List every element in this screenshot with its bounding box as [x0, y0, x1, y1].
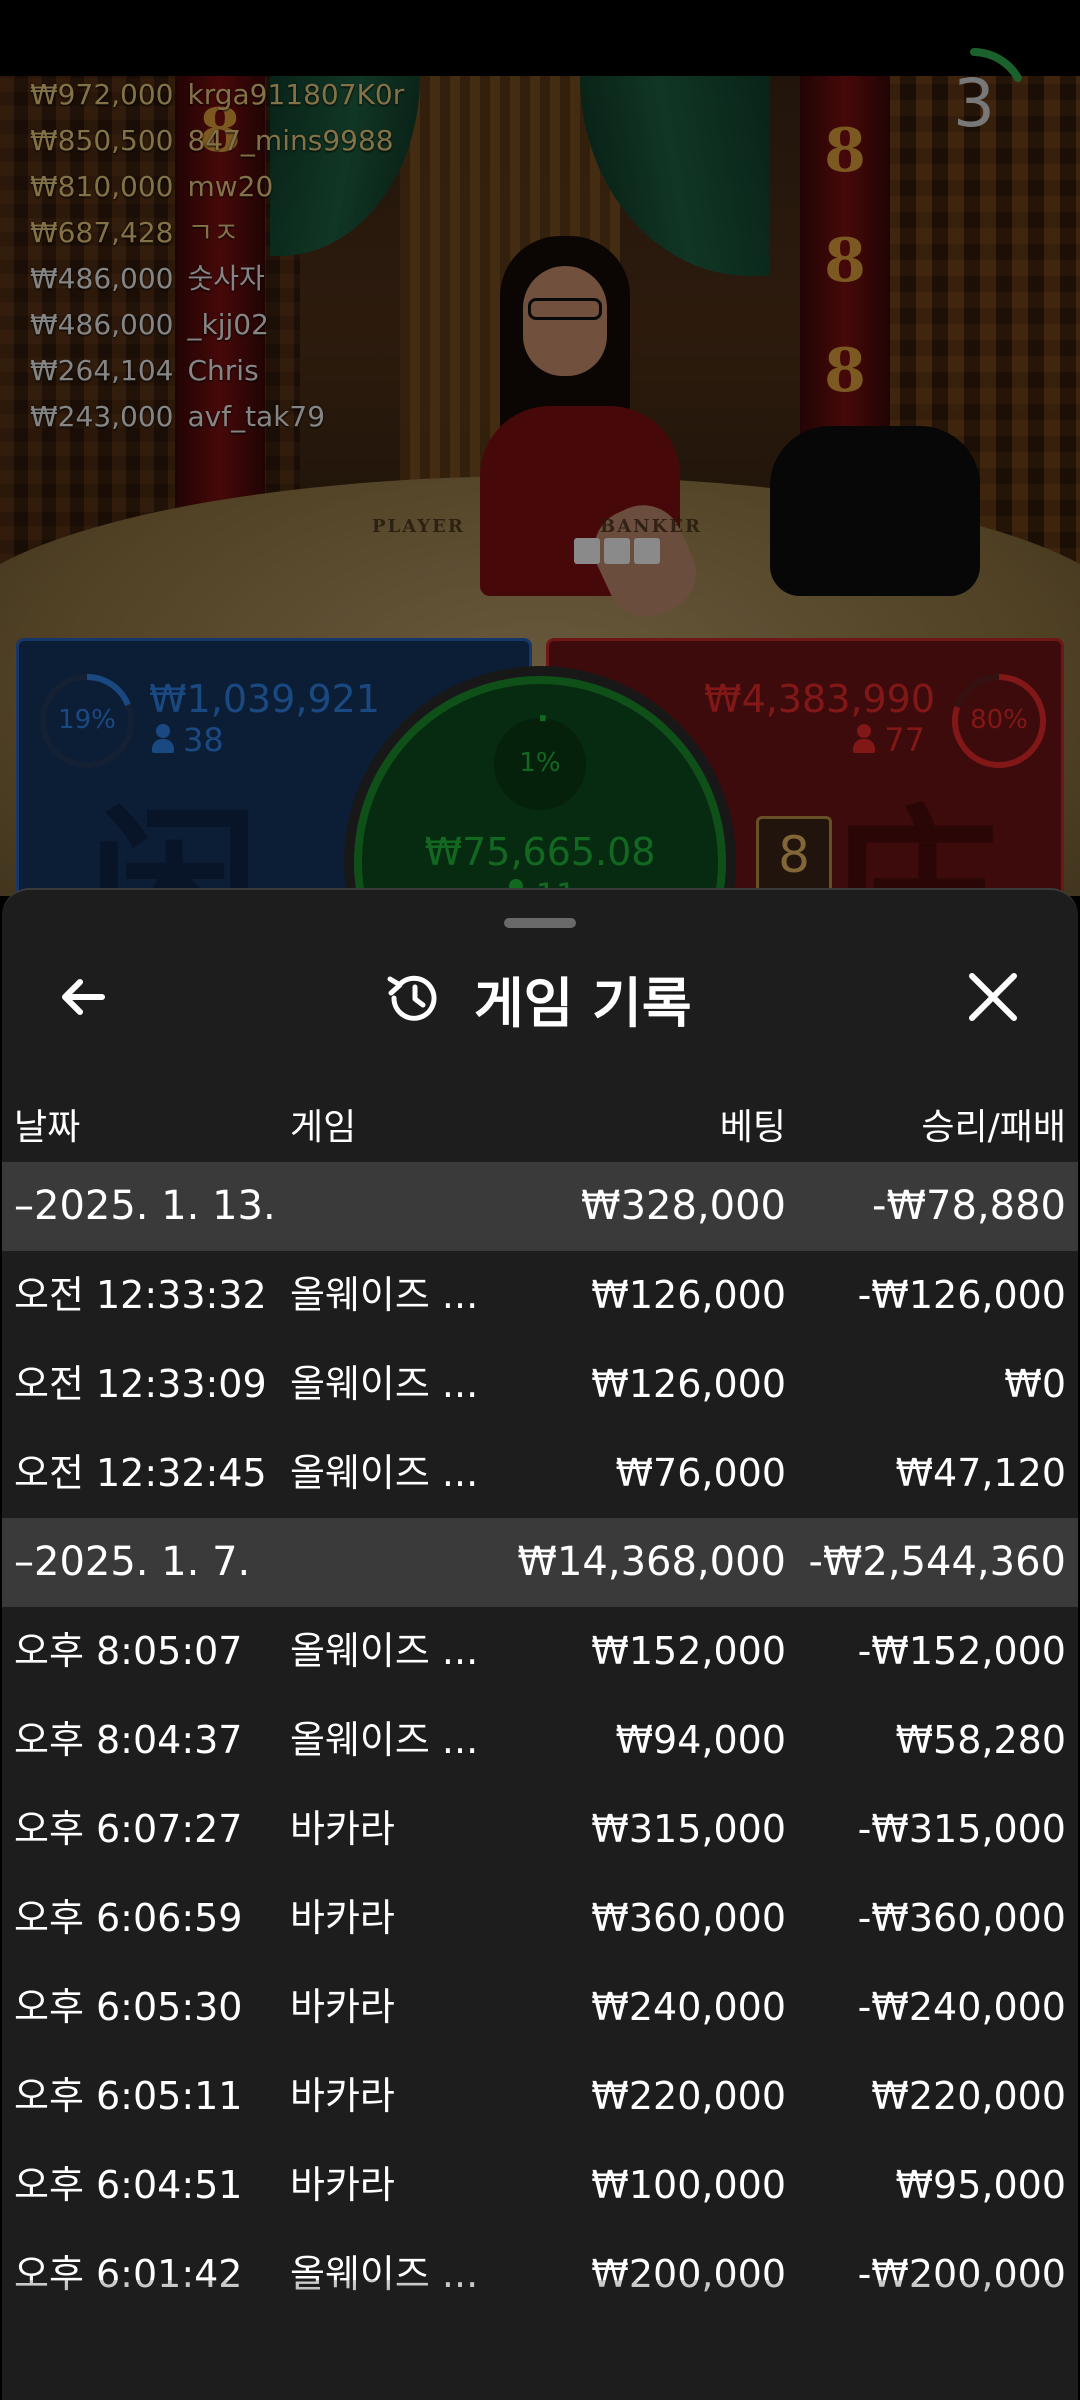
sheet-title: 게임 기록 — [474, 971, 692, 1035]
row-time: 오후 6:04:51 — [14, 2163, 243, 2207]
row-game: 바카라 — [290, 1985, 395, 2029]
row-bet: ₩200,000 — [591, 2252, 786, 2296]
row-bet: ₩76,000 — [615, 1451, 786, 1495]
row-time: 오전 12:33:09 — [14, 1362, 267, 1406]
column-header-bet: 베팅 — [719, 1107, 786, 1148]
row-bet: ₩328,000 — [581, 1183, 786, 1229]
row-win-loss: ₩47,120 — [895, 1451, 1066, 1495]
row-time: 오후 8:04:37 — [14, 1718, 243, 1762]
sheet-drag-handle[interactable] — [504, 918, 576, 928]
row-bet: ₩315,000 — [591, 1807, 786, 1851]
row-bet: ₩240,000 — [591, 1985, 786, 2029]
row-win-loss: ₩95,000 — [895, 2163, 1066, 2207]
modal-overlay[interactable] — [0, 0, 1080, 900]
row-bet: ₩14,368,000 — [517, 1539, 786, 1585]
column-header-win-loss: 승리/패배 — [921, 1107, 1066, 1148]
row-bet: ₩126,000 — [591, 1273, 786, 1317]
row-game: 바카라 — [290, 2163, 395, 2207]
row-win-loss: -₩2,544,360 — [808, 1539, 1066, 1585]
row-bet: ₩220,000 — [591, 2074, 786, 2118]
row-bet: ₩126,000 — [591, 1362, 786, 1406]
row-time: 오전 12:32:45 — [14, 1451, 267, 1495]
row-game: 바카라 — [290, 2074, 395, 2118]
row-bet: ₩360,000 — [591, 1896, 786, 1940]
group-date: –2025. 1. 7. — [14, 1539, 251, 1585]
history-row[interactable]: 오후 6:05:30 바카라 ₩240,000 -₩240,000 — [2, 1963, 1078, 2052]
history-row[interactable]: 오후 6:06:59 바카라 ₩360,000 -₩360,000 — [2, 1874, 1078, 1963]
row-game: 바카라 — [290, 1807, 395, 1851]
history-row[interactable]: 오후 6:01:42 올웨이즈 ... ₩200,000 -₩200,000 — [2, 2230, 1078, 2319]
row-win-loss: -₩152,000 — [857, 1629, 1066, 1673]
history-row[interactable]: 오후 6:04:51 바카라 ₩100,000 ₩95,000 — [2, 2141, 1078, 2230]
row-win-loss: ₩58,280 — [895, 1718, 1066, 1762]
history-icon — [387, 975, 437, 1021]
row-time: 오후 6:05:11 — [14, 2074, 243, 2118]
row-time: 오후 6:05:30 — [14, 1985, 243, 2029]
back-button[interactable] — [48, 962, 118, 1032]
sheet-title-group: 게임 기록 — [382, 960, 692, 1036]
row-time: 오후 6:01:42 — [14, 2252, 243, 2296]
row-time: 오후 8:05:07 — [14, 1629, 243, 1673]
row-game: 올웨이즈 ... — [290, 1273, 479, 1317]
history-row[interactable]: 오전 12:33:09 올웨이즈 ... ₩126,000 ₩0 — [2, 1340, 1078, 1429]
row-win-loss: ₩0 — [1004, 1362, 1066, 1406]
history-row[interactable]: 오전 12:32:45 올웨이즈 ... ₩76,000 ₩47,120 — [2, 1429, 1078, 1518]
close-icon — [969, 973, 1017, 1021]
arrow-left-icon — [62, 979, 105, 1015]
row-game: 올웨이즈 ... — [290, 2252, 479, 2296]
row-game: 바카라 — [290, 1896, 395, 1940]
row-game: 올웨이즈 ... — [290, 1451, 479, 1495]
row-bet: ₩94,000 — [615, 1718, 786, 1762]
history-row[interactable]: 오후 8:04:37 올웨이즈 ... ₩94,000 ₩58,280 — [2, 1696, 1078, 1785]
group-date: –2025. 1. 13. — [14, 1183, 276, 1229]
row-game: 올웨이즈 ... — [290, 1629, 479, 1673]
row-bet: ₩100,000 — [591, 2163, 786, 2207]
row-win-loss: -₩240,000 — [857, 1985, 1066, 2029]
history-row[interactable]: 오후 6:07:27 바카라 ₩315,000 -₩315,000 — [2, 1785, 1078, 1874]
row-bet: ₩152,000 — [591, 1629, 786, 1673]
history-row[interactable]: 오전 12:33:32 올웨이즈 ... ₩126,000 -₩126,000 — [2, 1251, 1078, 1340]
history-row[interactable]: 오후 8:05:07 올웨이즈 ... ₩152,000 -₩152,000 — [2, 1607, 1078, 1696]
row-win-loss: -₩360,000 — [857, 1896, 1066, 1940]
date-group-row[interactable]: –2025. 1. 7. ₩14,368,000 -₩2,544,360 — [2, 1518, 1078, 1607]
row-win-loss: ₩220,000 — [871, 2074, 1066, 2118]
row-time: 오후 6:07:27 — [14, 1807, 243, 1851]
close-button[interactable] — [958, 962, 1028, 1032]
row-time: 오후 6:06:59 — [14, 1896, 243, 1940]
row-game: 올웨이즈 ... — [290, 1362, 479, 1406]
history-list: –2025. 1. 13. ₩328,000 -₩78,880 오전 12:33:32… — [2, 1162, 1078, 2319]
history-row[interactable]: 오후 6:05:11 바카라 ₩220,000 ₩220,000 — [2, 2052, 1078, 2141]
sheet-header: 게임 기록 — [2, 942, 1078, 1052]
column-header-game: 게임 — [290, 1107, 357, 1148]
row-win-loss: -₩315,000 — [857, 1807, 1066, 1851]
row-win-loss: -₩200,000 — [857, 2252, 1066, 2296]
row-win-loss: -₩78,880 — [872, 1183, 1066, 1229]
date-group-row[interactable]: –2025. 1. 13. ₩328,000 -₩78,880 — [2, 1162, 1078, 1251]
row-win-loss: -₩126,000 — [857, 1273, 1066, 1317]
column-header-date: 날짜 — [14, 1107, 81, 1148]
row-game: 올웨이즈 ... — [290, 1718, 479, 1762]
game-history-sheet: 게임 기록 날짜 게임 베팅 승리/패배 –2025. 1. 13. ₩328,0… — [2, 888, 1078, 2400]
row-time: 오전 12:33:32 — [14, 1273, 267, 1317]
